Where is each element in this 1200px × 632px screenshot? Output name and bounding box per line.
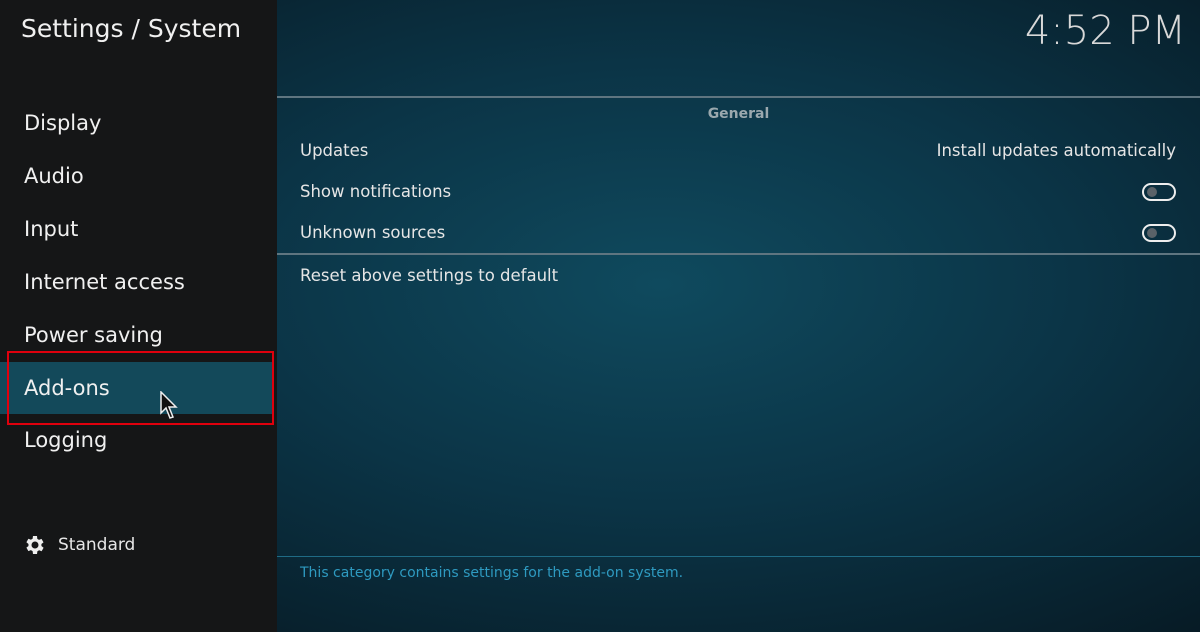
nav-item-audio[interactable]: Audio (0, 150, 277, 203)
setting-label: Unknown sources (300, 223, 446, 242)
setting-label: Updates (300, 141, 369, 160)
settings-panel: General Updates Install updates automati… (277, 96, 1200, 296)
gear-icon (26, 536, 44, 554)
category-description: This category contains settings for the … (300, 565, 684, 581)
clock: 4:52 PM (1024, 8, 1186, 54)
reset-button[interactable]: Reset above settings to default (277, 255, 1200, 296)
setting-label: Show notifications (300, 182, 452, 201)
mouse-cursor-icon (160, 391, 178, 419)
nav-item-input[interactable]: Input (0, 203, 277, 256)
setting-unknown-sources[interactable]: Unknown sources (277, 212, 1200, 253)
setting-show-notifications[interactable]: Show notifications (277, 171, 1200, 212)
page-title: Settings / System (21, 14, 242, 43)
toggle-show-notifications[interactable] (1142, 182, 1176, 201)
settings-level-label: Standard (58, 535, 136, 555)
setting-updates[interactable]: Updates Install updates automatically (277, 130, 1200, 171)
settings-level-button[interactable]: Standard (22, 533, 135, 557)
sidebar: Settings / System Display Audio Input In… (0, 0, 277, 632)
divider (277, 556, 1200, 557)
nav-item-display[interactable]: Display (0, 97, 277, 150)
toggle-unknown-sources[interactable] (1142, 223, 1176, 242)
setting-value: Install updates automatically (936, 141, 1176, 160)
reset-label: Reset above settings to default (300, 266, 559, 285)
group-header: General (707, 106, 770, 122)
nav-item-internet-access[interactable]: Internet access (0, 256, 277, 309)
highlight-box (7, 351, 274, 425)
